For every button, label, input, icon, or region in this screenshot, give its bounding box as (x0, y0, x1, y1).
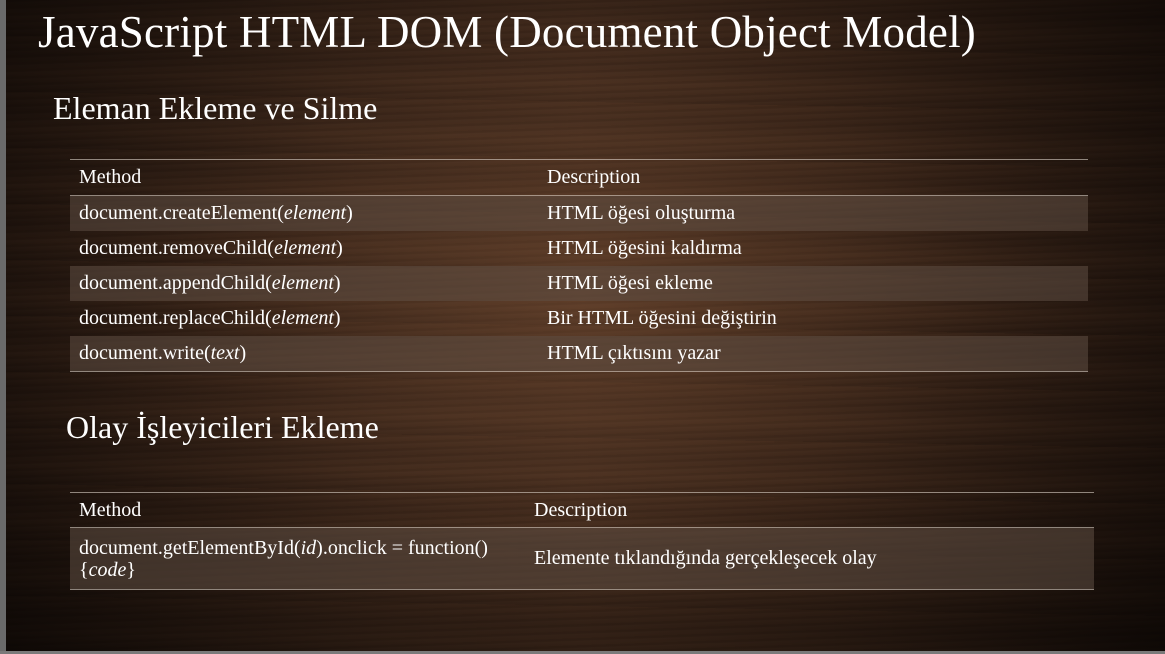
description-cell: Bir HTML öğesini değiştirin (547, 307, 777, 329)
table-row: document.getElementById(id).onclick = fu… (70, 528, 1094, 589)
table-header-row: Method Description (70, 160, 1088, 196)
table-row: document.write(text) HTML çıktısını yaza… (70, 336, 1088, 371)
description-cell: Elemente tıklandığında gerçekleşecek ola… (534, 547, 877, 569)
method-cell: document.appendChild(element) (79, 272, 341, 294)
description-cell: HTML öğesi ekleme (547, 272, 713, 294)
method-cell: document.createElement(element) (79, 202, 353, 224)
window-edge-left (0, 0, 6, 654)
table-header-row: Method Description (70, 493, 1094, 528)
method-cell: document.removeChild(element) (79, 237, 343, 259)
method-cell: document.replaceChild(element) (79, 307, 341, 329)
description-cell: HTML öğesi oluşturma (547, 202, 736, 224)
column-header-description: Description (547, 166, 641, 188)
method-cell: document.write(text) (79, 342, 247, 364)
method-cell: document.getElementById(id).onclick = fu… (79, 536, 488, 581)
slide-title: JavaScript HTML DOM (Document Object Mod… (38, 7, 976, 57)
description-cell: HTML çıktısını yazar (547, 342, 721, 364)
description-cell: HTML öğesini kaldırma (547, 237, 742, 259)
methods-table-add-remove: Method Description document.createElemen… (70, 159, 1088, 372)
section-heading-event-handlers: Olay İşleyicileri Ekleme (66, 409, 379, 445)
slide: JavaScript HTML DOM (Document Object Mod… (0, 0, 1165, 654)
table-row: document.appendChild(element) HTML öğesi… (70, 266, 1088, 301)
section-heading-add-remove: Eleman Ekleme ve Silme (53, 90, 378, 126)
table-row: document.createElement(element) HTML öğe… (70, 196, 1088, 231)
table-row: document.replaceChild(element) Bir HTML … (70, 301, 1088, 336)
column-header-method: Method (79, 166, 142, 188)
methods-table-event-handlers: Method Description document.getElementBy… (70, 492, 1094, 590)
table-row: document.removeChild(element) HTML öğesi… (70, 231, 1088, 266)
column-header-method: Method (79, 499, 142, 521)
column-header-description: Description (534, 498, 628, 521)
